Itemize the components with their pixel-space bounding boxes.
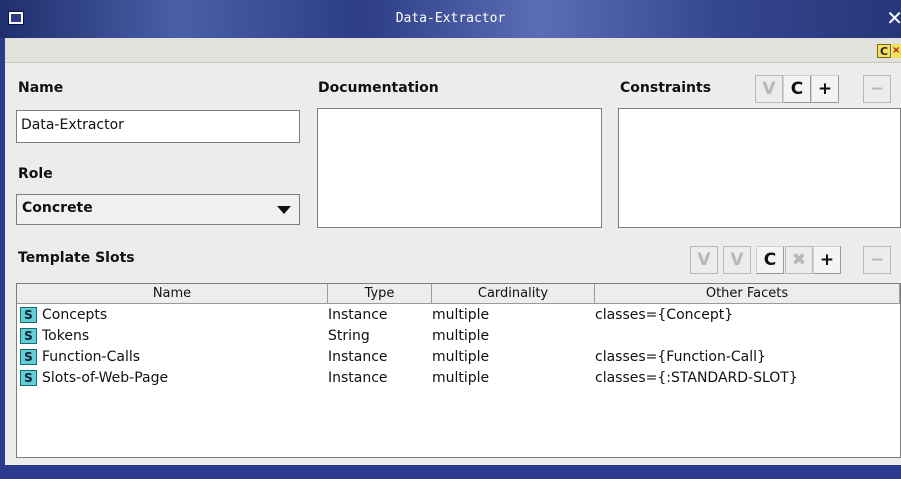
table-row[interactable]: S Function-Calls Instance multiple classes={… [17,347,900,367]
delete-slot-icon[interactable]: ✖ [785,246,813,274]
view-icon[interactable]: V [755,75,783,103]
slot-icon: S [20,370,37,386]
cell-name: Function-Calls [42,349,141,365]
name-field[interactable]: Data-Extractor [16,110,300,143]
role-dropdown[interactable]: Concrete [16,194,300,225]
slot-icon: S [20,349,37,365]
column-header[interactable]: Cardinality [432,284,595,304]
cell-facets: classes={Function-Call} [595,349,766,365]
top-strip: C × [5,38,901,63]
column-header[interactable]: Name [17,284,328,304]
create-icon[interactable]: C [783,75,811,103]
cell-facets: classes={:STANDARD-SLOT} [595,370,798,386]
create-slot-icon[interactable]: C [756,246,784,274]
documentation-textarea[interactable] [317,108,602,228]
class-form: C × Name Data-Extractor Role Concrete Do… [5,38,901,465]
cell-facets: classes={Concept} [595,307,734,323]
template-slots-table[interactable]: Name Type Cardinality Other Facets S Concept… [16,283,901,458]
role-value: Concrete [22,200,93,216]
table-header: Name Type Cardinality Other Facets [17,284,900,304]
remove-slot-icon[interactable]: − [863,246,891,274]
close-icon[interactable]: ✕ [886,8,901,28]
table-row[interactable]: S Tokens String multiple [17,326,900,346]
column-header[interactable]: Type [328,284,432,304]
table-row[interactable]: S Concepts Instance multiple classes={Concep… [17,305,900,325]
cell-type: Instance [328,349,388,365]
cell-name: Tokens [42,328,90,344]
cell-type: Instance [328,370,388,386]
window-title: Data-Extractor [395,11,506,26]
cell-cardinality: multiple [432,349,490,365]
role-label: Role [18,166,53,182]
cell-cardinality: multiple [432,370,490,386]
chevron-down-icon [277,206,291,214]
add-icon[interactable]: + [811,75,839,103]
title-bar: Data-Extractor ✕ [0,0,901,38]
cell-name: Concepts [42,307,108,323]
cell-name: Slots-of-Web-Page [42,370,169,386]
documentation-label: Documentation [318,80,439,96]
constraints-list[interactable] [618,108,901,228]
view-slot-at-class-icon[interactable]: V [723,246,751,274]
close-badge-icon[interactable]: × [892,44,901,58]
column-header[interactable]: Other Facets [595,284,900,304]
table-row[interactable]: S Slots-of-Web-Page Instance multiple classe… [17,368,900,388]
remove-icon[interactable]: − [863,75,891,103]
cell-type: String [328,328,370,344]
constraints-label: Constraints [620,80,712,96]
window-bottom-border [0,465,901,479]
add-slot-icon[interactable]: + [813,246,841,274]
slot-icon: S [20,307,37,323]
cell-type: Instance [328,307,388,323]
view-slot-icon[interactable]: V [690,246,718,274]
class-badge-icon[interactable]: C [877,44,891,58]
cell-cardinality: multiple [432,307,490,323]
template-slots-label: Template Slots [18,250,135,266]
cell-cardinality: multiple [432,328,490,344]
name-label: Name [18,80,64,96]
slot-icon: S [20,328,37,344]
